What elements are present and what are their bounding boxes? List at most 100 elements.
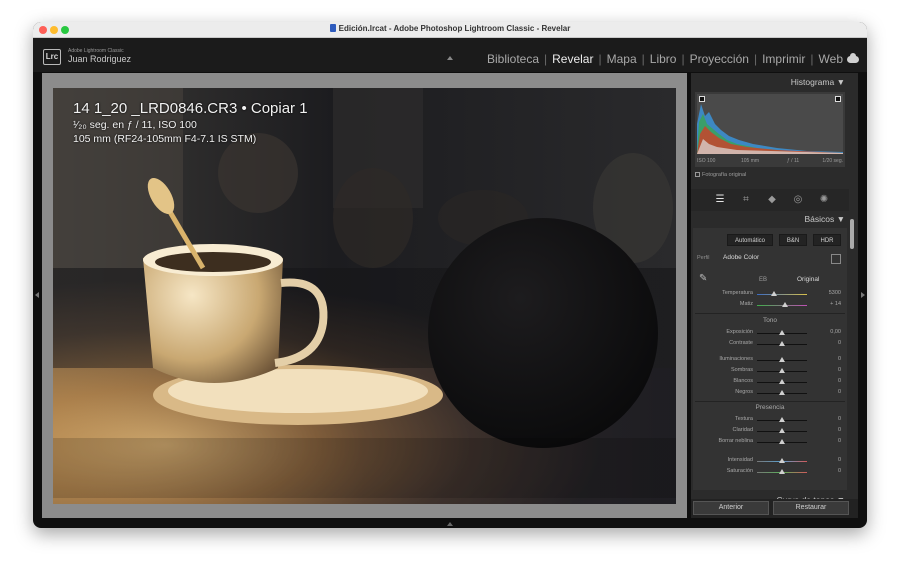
- slider-iluminaciones[interactable]: Iluminaciones 0: [693, 355, 847, 365]
- slider-thumb[interactable]: [779, 357, 785, 362]
- module-mapa[interactable]: Mapa: [607, 52, 637, 66]
- slider-temperatura[interactable]: Temperatura 5300: [693, 289, 847, 299]
- profile-select[interactable]: Adobe Color: [723, 254, 759, 261]
- divider: [695, 401, 845, 402]
- original-photo-checkbox[interactable]: Fotografía original: [695, 172, 746, 178]
- eyedropper-icon[interactable]: ✎: [699, 273, 707, 284]
- photo-filename: 14 1_20 _LRD0846.CR3 • Copiar 1: [73, 100, 308, 117]
- basic-title: Básicos: [804, 214, 835, 224]
- slider-intensidad[interactable]: Intensidad 0: [693, 456, 847, 466]
- module-libro[interactable]: Libro: [650, 52, 677, 66]
- slider-label: Blancos: [733, 378, 753, 384]
- previous-button[interactable]: Anterior: [693, 501, 769, 515]
- module-biblioteca[interactable]: Biblioteca: [487, 52, 539, 66]
- panel-scrollbar[interactable]: [850, 219, 854, 249]
- histogram-graph[interactable]: [697, 94, 843, 154]
- slider-thumb[interactable]: [779, 341, 785, 346]
- slider-value[interactable]: 0: [838, 438, 841, 444]
- window-title: Edición.lrcat - Adobe Photoshop Lightroo…: [338, 24, 571, 33]
- meta-focal: 105 mm: [741, 158, 760, 164]
- red-eye-icon[interactable]: ◎: [791, 193, 805, 207]
- cloud-icon[interactable]: [847, 53, 859, 63]
- slider-neblina[interactable]: Borrar neblina 0: [693, 437, 847, 447]
- collapse-left-panel-icon[interactable]: [35, 292, 39, 298]
- slider-value[interactable]: 0: [838, 416, 841, 422]
- slider-value[interactable]: 0: [838, 389, 841, 395]
- masking-icon[interactable]: ✺: [817, 193, 831, 207]
- slider-textura[interactable]: Textura 0: [693, 415, 847, 425]
- slider-saturacion[interactable]: Saturación 0: [693, 467, 847, 477]
- slider-thumb[interactable]: [779, 330, 785, 335]
- basic-header[interactable]: Básicos ▼: [691, 214, 849, 226]
- module-imprimir[interactable]: Imprimir: [762, 52, 805, 66]
- crop-icon[interactable]: ⌗: [739, 193, 753, 207]
- hdr-button[interactable]: HDR: [813, 234, 841, 246]
- photo-preview[interactable]: 14 1_20 _LRD0846.CR3 • Copiar 1 ¹⁄₂₀ seg…: [53, 88, 676, 504]
- slider-matiz[interactable]: Matiz + 14: [693, 300, 847, 310]
- panel-footer: Anterior Restaurar: [691, 499, 858, 518]
- collapse-bottom-panel-icon[interactable]: [447, 522, 453, 526]
- wb-select[interactable]: Original: [797, 276, 819, 283]
- photo-lens: 105 mm (RF24-105mm F4-7.1 IS STM): [73, 133, 257, 145]
- module-separator: |: [753, 52, 758, 66]
- edit-sliders-icon[interactable]: ☰: [713, 193, 727, 207]
- slider-value[interactable]: + 14: [830, 301, 841, 307]
- slider-thumb[interactable]: [781, 302, 788, 307]
- slider-value[interactable]: 0: [838, 356, 841, 362]
- healing-eraser-icon[interactable]: ◆: [765, 193, 779, 207]
- meta-shutter: 1/20 seg.: [822, 158, 843, 164]
- bw-button[interactable]: B&N: [779, 234, 807, 246]
- module-proyeccion[interactable]: Proyección: [690, 52, 749, 66]
- slider-label: Negros: [735, 389, 753, 395]
- slider-contraste[interactable]: Contraste 0: [693, 339, 847, 349]
- collapse-right-panel-icon[interactable]: [861, 292, 865, 298]
- slider-label: Intensidad: [727, 457, 753, 463]
- slider-label: Claridad: [732, 427, 753, 433]
- slider-blancos[interactable]: Blancos 0: [693, 377, 847, 387]
- window-title-wrap: Edición.lrcat - Adobe Photoshop Lightroo…: [33, 24, 867, 33]
- highlight-clipping-icon[interactable]: [835, 96, 841, 102]
- collapse-top-panel-icon[interactable]: [447, 56, 453, 60]
- slider-exposicion[interactable]: Exposición 0,00: [693, 328, 847, 338]
- identity-plate: Lrc Adobe Lightroom Classic Juan Rodrigu…: [33, 38, 867, 72]
- histogram-header[interactable]: Histograma ▼: [691, 77, 849, 90]
- module-revelar[interactable]: Revelar: [552, 52, 593, 66]
- meta-iso: ISO 100: [697, 158, 716, 164]
- slider-negros[interactable]: Negros 0: [693, 388, 847, 398]
- slider-label: Contraste: [729, 340, 753, 346]
- slider-thumb[interactable]: [779, 417, 785, 422]
- shadow-clipping-icon[interactable]: [699, 96, 705, 102]
- module-separator: |: [641, 52, 645, 66]
- slider-value[interactable]: 0: [838, 457, 841, 463]
- presencia-label: Presencia: [755, 404, 785, 411]
- slider-thumb[interactable]: [779, 379, 785, 384]
- slider-claridad[interactable]: Claridad 0: [693, 426, 847, 436]
- app-window: Edición.lrcat - Adobe Photoshop Lightroo…: [33, 22, 867, 528]
- profile-browser-icon[interactable]: [831, 254, 841, 264]
- slider-value[interactable]: 5300: [829, 290, 841, 296]
- module-separator: |: [681, 52, 685, 66]
- slider-label: Matiz: [739, 301, 753, 307]
- slider-track: [757, 294, 807, 295]
- slider-thumb[interactable]: [779, 368, 785, 373]
- slider-value[interactable]: 0: [838, 378, 841, 384]
- slider-value[interactable]: 0: [838, 367, 841, 373]
- slider-value[interactable]: 0: [838, 427, 841, 433]
- slider-thumb[interactable]: [779, 439, 785, 444]
- reset-button[interactable]: Restaurar: [773, 501, 849, 515]
- module-web[interactable]: Web: [819, 52, 843, 66]
- slider-value[interactable]: 0,00: [830, 329, 841, 335]
- slider-thumb[interactable]: [771, 291, 777, 296]
- slider-thumb[interactable]: [779, 428, 785, 433]
- slider-thumb[interactable]: [779, 469, 785, 474]
- slider-thumb[interactable]: [779, 458, 785, 463]
- auto-button[interactable]: Automático: [727, 234, 773, 246]
- photo-info-overlay: 14 1_20 _LRD0846.CR3 • Copiar 1 ¹⁄₂₀ seg…: [73, 100, 308, 145]
- slider-sombras[interactable]: Sombras 0: [693, 366, 847, 376]
- tono-label: Tono: [762, 317, 778, 324]
- slider-label: Temperatura: [722, 290, 753, 296]
- treatment-buttons: Automático B&N HDR: [693, 234, 847, 247]
- slider-value[interactable]: 0: [838, 468, 841, 474]
- slider-thumb[interactable]: [779, 390, 785, 395]
- slider-value[interactable]: 0: [838, 340, 841, 346]
